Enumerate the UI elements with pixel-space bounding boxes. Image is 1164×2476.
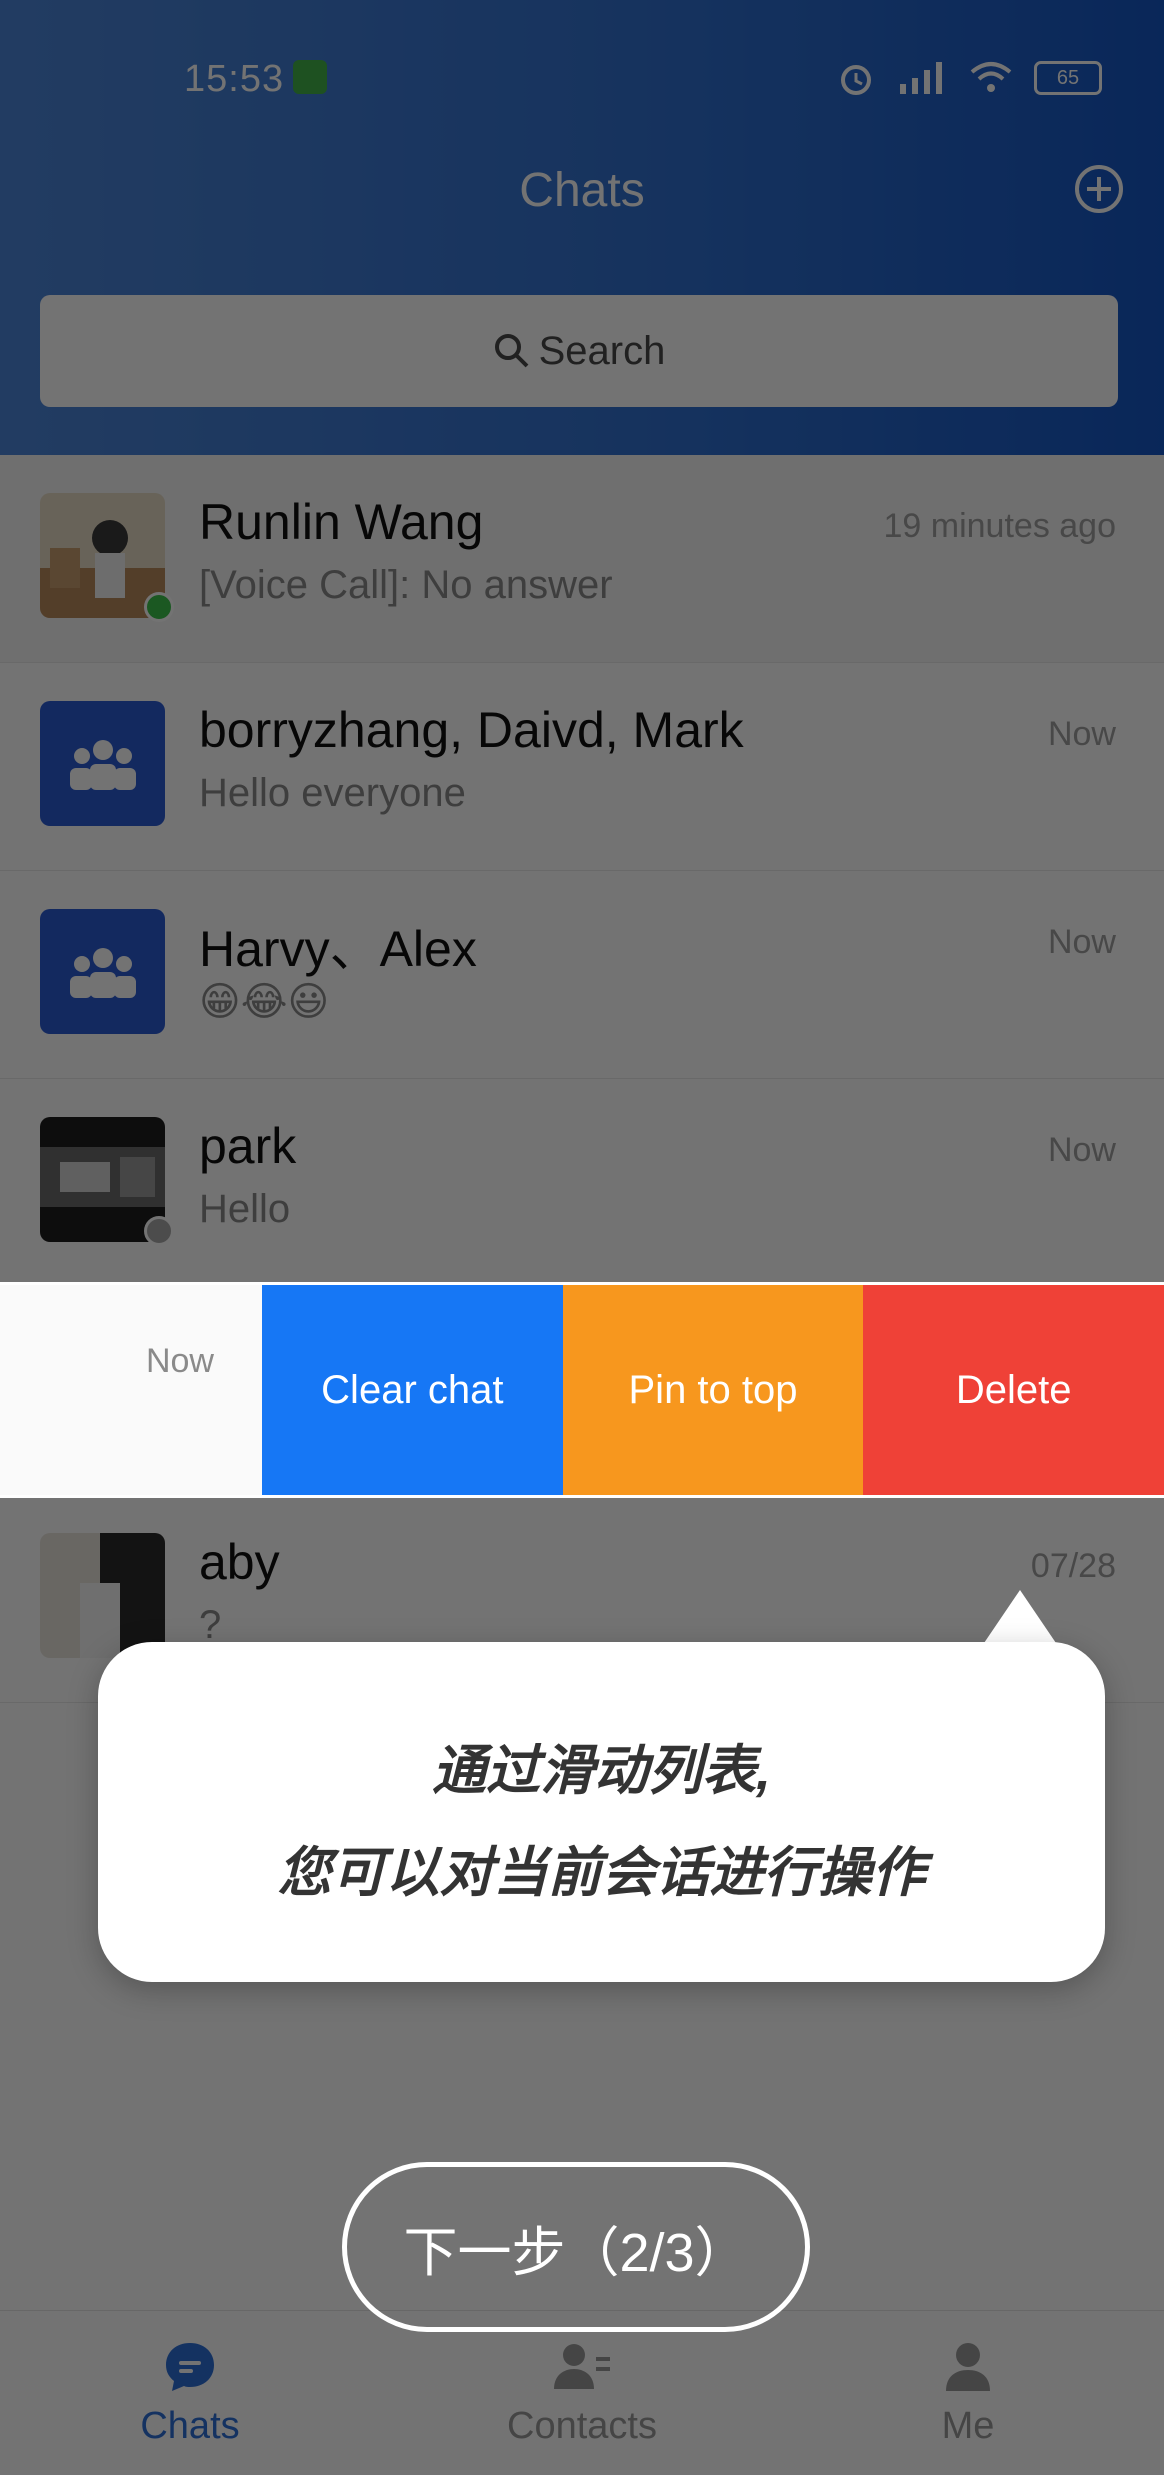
chat-time: Now	[1047, 715, 1116, 753]
chat-time: 07/28	[1030, 1547, 1116, 1585]
page-title: Chats	[519, 164, 645, 217]
tooltip-line-2: 您可以对当前会话进行操作	[277, 1843, 926, 1903]
search-icon	[494, 334, 529, 368]
chat-last-message: [Voice Call]: No answer	[199, 563, 613, 607]
chat-last-message: Hello	[199, 1187, 291, 1231]
offline-status-dot	[144, 1216, 174, 1246]
chat-last-message: Hello everyone	[199, 771, 466, 815]
tab-contacts[interactable]: Contacts	[432, 2339, 732, 2448]
alarm-icon	[841, 65, 871, 95]
group-icon	[69, 947, 136, 998]
chat-last-message: 😁😂😃	[199, 980, 330, 1024]
tooltip-line-1: 通过滑动列表,	[431, 1741, 771, 1801]
tab-contacts-label: Contacts	[507, 2405, 657, 2447]
app-header: 15:53 65 Chats Search	[0, 0, 1164, 455]
status-icons: 65	[836, 58, 1102, 98]
online-status-dot	[144, 592, 174, 622]
tab-chats[interactable]: Chats	[40, 2339, 340, 2448]
search-bar[interactable]: Search	[40, 295, 1118, 407]
clear-chat-button[interactable]: Clear chat	[262, 1285, 563, 1495]
chat-time: Now	[145, 1342, 214, 1380]
chat-time: 19 minutes ago	[883, 507, 1117, 545]
tab-me[interactable]: Me	[818, 2339, 1118, 2448]
wifi-icon	[970, 62, 1012, 92]
chat-time: Now	[1047, 1131, 1116, 1169]
pin-to-top-button[interactable]: Pin to top	[562, 1285, 864, 1495]
chat-time: Now	[1047, 923, 1116, 961]
add-icon[interactable]	[1074, 164, 1124, 214]
swiped-chat-row[interactable]: Now Clear chat Pin to top Delete	[0, 1282, 1164, 1498]
chat-name: Harvy、Alex	[199, 921, 477, 977]
download-icon	[293, 60, 327, 94]
signal-icon	[900, 62, 942, 94]
tooltip-tail	[982, 1590, 1058, 1646]
chat-list: Runlin Wang [Voice Call]: No answer 19 m…	[0, 455, 1164, 1703]
group-avatar	[40, 701, 165, 826]
chat-name: aby	[199, 1534, 280, 1590]
chat-row-park[interactable]: park Hello Now	[0, 1079, 1164, 1287]
status-time: 15:53	[184, 58, 285, 100]
chat-row-borryzhang-group[interactable]: borryzhang, Daivd, Mark Hello everyone N…	[0, 663, 1164, 871]
bottom-tab-bar: Chats Contacts Me	[0, 2310, 1164, 2476]
group-icon	[69, 739, 136, 790]
tab-me-label: Me	[941, 2405, 995, 2447]
group-avatar	[40, 909, 165, 1034]
delete-button[interactable]: Delete	[863, 1285, 1164, 1495]
chat-row-runlin-wang[interactable]: Runlin Wang [Voice Call]: No answer 19 m…	[0, 455, 1164, 663]
swiped-row-content: Now	[0, 1285, 262, 1495]
search-placeholder: Search	[538, 328, 666, 373]
chat-row-harvy-alex[interactable]: Harvy、Alex 😁😂😃 Now	[0, 871, 1164, 1079]
next-step-button[interactable]: 下一步（2/3）	[342, 2162, 810, 2332]
person-icon	[946, 2343, 990, 2391]
chat-name: park	[199, 1118, 297, 1174]
contacts-icon	[554, 2344, 610, 2389]
chat-bubble-icon	[166, 2343, 214, 2391]
chat-name: borryzhang, Daivd, Mark	[199, 702, 744, 758]
battery-icon: 65	[1034, 61, 1102, 95]
chat-name: Runlin Wang	[199, 494, 484, 550]
avatar	[40, 1533, 165, 1658]
tab-chats-label: Chats	[140, 2405, 240, 2447]
status-bar: 15:53 65	[0, 40, 1164, 122]
guide-tooltip: 通过滑动列表, 您可以对当前会话进行操作	[98, 1642, 1105, 1982]
